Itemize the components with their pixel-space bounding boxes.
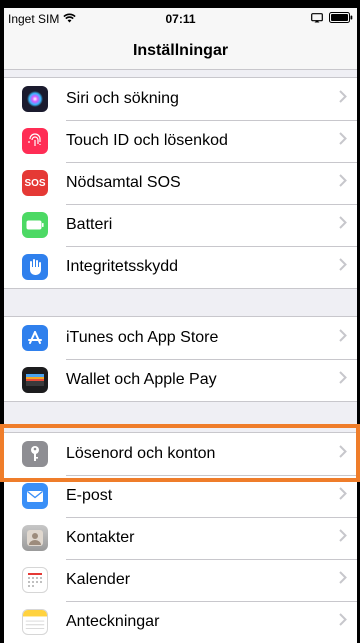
navigation-bar: Inställningar [4,30,357,70]
chevron-right-icon [339,329,347,347]
chevron-right-icon [339,529,347,547]
settings-row-touch-id[interactable]: Touch ID och lösenkod [4,120,357,162]
chevron-right-icon [339,571,347,589]
chevron-right-icon [339,174,347,192]
chevron-right-icon [339,371,347,389]
fingerprint-icon [22,128,48,154]
hand-icon [22,254,48,280]
row-label: iTunes och App Store [66,329,219,346]
row-label: Kontakter [66,529,135,546]
settings-row-siri[interactable]: Siri och sökning [4,78,357,120]
chevron-right-icon [339,90,347,108]
mail-icon [22,483,48,509]
chevron-right-icon [339,216,347,234]
key-icon [22,441,48,467]
settings-screen: Inget SIM 07:11 Inställningar Siri och s… [4,8,357,643]
siri-icon [22,86,48,112]
row-label: Batteri [66,216,113,233]
settings-row-passwords-accounts[interactable]: Lösenord och konton [4,433,357,475]
chevron-right-icon [339,132,347,150]
settings-row-wallet[interactable]: Wallet och Apple Pay [4,359,357,401]
row-label: Wallet och Apple Pay [66,371,217,388]
chevron-right-icon [339,487,347,505]
screen-mirroring-icon [311,12,323,26]
settings-group-stores: iTunes och App Store Wallet och Apple Pa… [4,316,357,402]
status-bar: Inget SIM 07:11 [4,8,357,30]
row-label: E-post [66,487,113,504]
settings-group-accounts: Lösenord och konton E-post Kontakter Kal… [4,432,357,643]
row-label: Siri och sökning [66,90,179,107]
wallet-icon [22,367,48,393]
row-label: Anteckningar [66,613,160,630]
row-label: Nödsamtal SOS [66,174,181,191]
sos-icon: SOS [22,170,48,196]
battery-icon [22,212,48,238]
contacts-icon [22,525,48,551]
battery-status-icon [329,12,353,26]
settings-row-privacy[interactable]: Integritetsskydd [4,246,357,288]
chevron-right-icon [339,258,347,276]
clock: 07:11 [165,12,196,26]
row-label: Kalender [66,571,131,588]
row-label: Integritetsskydd [66,258,179,275]
settings-row-notes[interactable]: Anteckningar [4,601,357,643]
settings-row-battery[interactable]: Batteri [4,204,357,246]
row-label: Touch ID och lösenkod [66,132,228,149]
settings-row-itunes-app-store[interactable]: iTunes och App Store [4,317,357,359]
row-label: Lösenord och konton [66,445,216,462]
settings-group-general: Siri och sökning Touch ID och lösenkod S… [4,77,357,289]
app-store-icon [22,325,48,351]
chevron-right-icon [339,445,347,463]
chevron-right-icon [339,613,347,631]
status-right [311,12,353,26]
calendar-icon [22,567,48,593]
settings-row-calendar[interactable]: Kalender [4,559,357,601]
notes-icon [22,609,48,635]
settings-row-sos[interactable]: SOS Nödsamtal SOS [4,162,357,204]
settings-row-contacts[interactable]: Kontakter [4,517,357,559]
settings-row-mail[interactable]: E-post [4,475,357,517]
page-title: Inställningar [132,42,229,59]
